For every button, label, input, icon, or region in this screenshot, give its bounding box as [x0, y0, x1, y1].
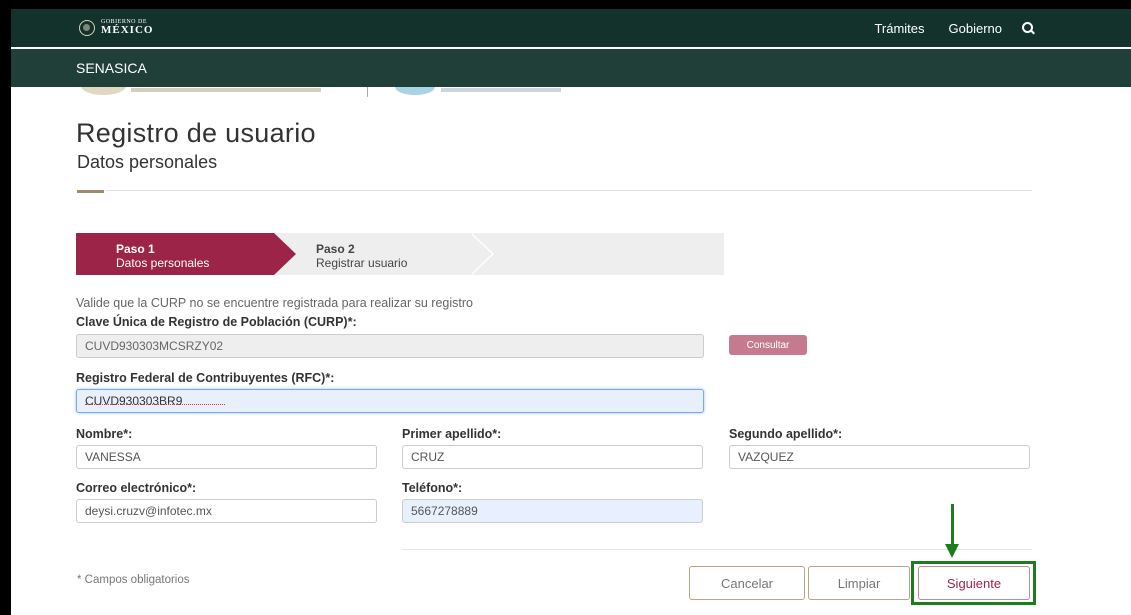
gobierno-header: GOBIERNO DE MÉXICO Trámites Gobierno [11, 9, 1131, 47]
screenshot-frame-top [0, 0, 1131, 9]
step-1: Paso 1 Datos personales [76, 233, 296, 275]
nav-gobierno[interactable]: Gobierno [949, 21, 1002, 36]
clear-button[interactable]: Limpiar [808, 566, 910, 600]
consultar-button[interactable]: Consultar [729, 335, 807, 355]
step-1-sub: Datos personales [116, 256, 210, 270]
screenshot-frame-left [0, 0, 11, 615]
cancel-button[interactable]: Cancelar [689, 566, 805, 600]
agriculture-logo-text-graphic [131, 88, 321, 92]
nombre-label: Nombre*: [76, 427, 133, 441]
rfc-input[interactable] [76, 389, 704, 413]
telefono-label: Teléfono*: [402, 481, 463, 495]
top-nav: Trámites Gobierno [874, 21, 1035, 36]
curp-label: Clave Única de Registro de Población (CU… [76, 315, 357, 329]
title-divider [106, 190, 1032, 191]
rfc-label: Registro Federal de Contribuyentes (RFC)… [76, 371, 335, 385]
curp-input[interactable] [76, 334, 704, 358]
nombre-input[interactable] [76, 445, 377, 469]
title-accent-bar [77, 190, 104, 193]
logo-big-text: MÉXICO [101, 24, 154, 36]
correo-label: Correo electrónico*: [76, 481, 197, 495]
annotation-arrow-down-icon [945, 544, 959, 558]
national-seal-icon [79, 19, 95, 36]
logo-divider [367, 87, 368, 97]
step-2-chevron-fill [470, 233, 492, 275]
agency-title[interactable]: SENASICA [76, 60, 147, 76]
page-title: Registro de usuario [76, 118, 316, 148]
segundo-apellido-label: Segundo apellido*: [729, 427, 843, 441]
rfc-spellcheck-underline [85, 403, 225, 405]
next-button[interactable]: Siguiente [918, 566, 1030, 600]
step-1-label: Paso 1 [116, 242, 155, 256]
correo-input[interactable] [76, 499, 377, 523]
senasica-logo-icon [395, 87, 435, 95]
curp-info-text: Valide que la CURP no se encuentre regis… [76, 296, 473, 310]
primer-apellido-label: Primer apellido*: [402, 427, 502, 441]
telefono-input[interactable] [402, 499, 703, 523]
segundo-apellido-input[interactable] [729, 445, 1030, 469]
annotation-arrow-shaft [951, 504, 954, 548]
agency-logos-strip [11, 87, 1131, 97]
primer-apellido-input[interactable] [402, 445, 703, 469]
agriculture-emblem-icon [81, 87, 126, 95]
agency-bar: SENASICA [11, 49, 1131, 87]
registration-stepper: Paso 1 Datos personales Paso 2 Registrar… [76, 233, 724, 275]
logo-text: GOBIERNO DE MÉXICO [101, 19, 153, 36]
search-icon[interactable] [1022, 22, 1035, 35]
footer-divider [402, 549, 1032, 550]
senasica-logo-text-graphic [441, 88, 561, 92]
nav-tramites[interactable]: Trámites [874, 21, 924, 36]
page-subtitle: Datos personales [77, 152, 218, 172]
required-fields-note: * Campos obligatorios [77, 574, 190, 586]
gobierno-mexico-logo[interactable]: GOBIERNO DE MÉXICO [79, 19, 153, 36]
